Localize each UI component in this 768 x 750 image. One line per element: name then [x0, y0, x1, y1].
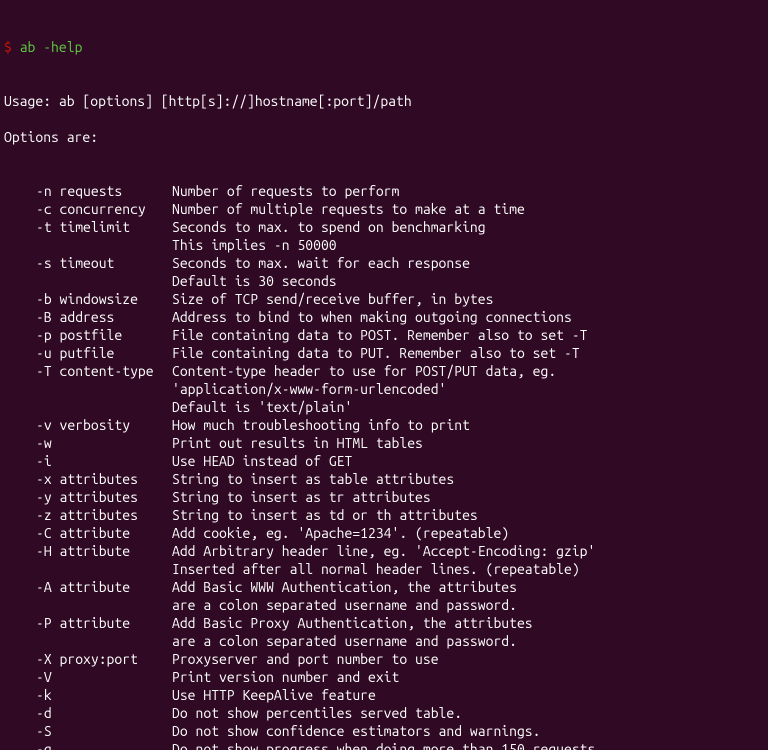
option-description: Content-type header to use for POST/PUT … [172, 362, 764, 380]
option-flag: -B address [36, 308, 172, 326]
option-flag: -S [36, 722, 172, 740]
option-row: -SDo not show confidence estimators and … [4, 722, 764, 740]
option-description: Default is 'text/plain' [172, 398, 764, 416]
option-flag: -c concurrency [36, 200, 172, 218]
usage-line: Usage: ab [options] [http[s]://]hostname… [4, 92, 764, 110]
option-row: -iUse HEAD instead of GET [4, 452, 764, 470]
option-flag: -i [36, 452, 172, 470]
option-row: -H attributeAdd Arbitrary header line, e… [4, 542, 764, 560]
option-row: -y attributesString to insert as tr attr… [4, 488, 764, 506]
option-row: -B addressAddress to bind to when making… [4, 308, 764, 326]
command-line: $ ab -help [4, 38, 764, 56]
option-description: Size of TCP send/receive buffer, in byte… [172, 290, 764, 308]
option-row: -p postfileFile containing data to POST.… [4, 326, 764, 344]
option-description: File containing data to PUT. Remember al… [172, 344, 764, 362]
option-description: Add Basic Proxy Authentication, the attr… [172, 614, 764, 632]
option-row: -C attributeAdd cookie, eg. 'Apache=1234… [4, 524, 764, 542]
entered-command: ab -help [20, 38, 83, 56]
option-description: Print version number and exit [172, 668, 764, 686]
options-header: Options are: [4, 128, 764, 146]
option-flag: -s timeout [36, 254, 172, 272]
option-row: -s timeoutSeconds to max. wait for each … [4, 254, 764, 272]
option-description: Print out results in HTML tables [172, 434, 764, 452]
option-row-continuation: are a colon separated username and passw… [4, 596, 764, 614]
option-row: -b windowsizeSize of TCP send/receive bu… [4, 290, 764, 308]
option-flag: -p postfile [36, 326, 172, 344]
option-description: Number of requests to perform [172, 182, 764, 200]
option-description: Seconds to max. wait for each response [172, 254, 764, 272]
option-flag: -d [36, 704, 172, 722]
option-row: -t timelimitSeconds to max. to spend on … [4, 218, 764, 236]
option-flag: -w [36, 434, 172, 452]
option-row: -dDo not show percentiles served table. [4, 704, 764, 722]
option-row-continuation: are a colon separated username and passw… [4, 632, 764, 650]
option-description: are a colon separated username and passw… [172, 596, 764, 614]
option-flag: -u putfile [36, 344, 172, 362]
option-description: Proxyserver and port number to use [172, 650, 764, 668]
option-description: String to insert as td or th attributes [172, 506, 764, 524]
option-flag: -t timelimit [36, 218, 172, 236]
option-row: -wPrint out results in HTML tables [4, 434, 764, 452]
option-flag: -X proxy:port [36, 650, 172, 668]
option-flag: -T content-type [36, 362, 172, 380]
option-description: Do not show percentiles served table. [172, 704, 764, 722]
option-description: String to insert as tr attributes [172, 488, 764, 506]
option-row-continuation: 'application/x-www-form-urlencoded' [4, 380, 764, 398]
option-flag: -C attribute [36, 524, 172, 542]
option-row: -qDo not show progress when doing more t… [4, 740, 764, 750]
option-description: Use HTTP KeepAlive feature [172, 686, 764, 704]
option-description: Address to bind to when making outgoing … [172, 308, 764, 326]
option-row: -n requestsNumber of requests to perform [4, 182, 764, 200]
option-row: -VPrint version number and exit [4, 668, 764, 686]
option-description: Do not show progress when doing more tha… [172, 740, 764, 750]
option-description: Seconds to max. to spend on benchmarking [172, 218, 764, 236]
option-row-continuation: Default is 'text/plain' [4, 398, 764, 416]
option-row: -T content-typeContent-type header to us… [4, 362, 764, 380]
option-row: -x attributesString to insert as table a… [4, 470, 764, 488]
option-description: Add cookie, eg. 'Apache=1234'. (repeatab… [172, 524, 764, 542]
option-row: -u putfileFile containing data to PUT. R… [4, 344, 764, 362]
option-description: Default is 30 seconds [172, 272, 764, 290]
option-description: Inserted after all normal header lines. … [172, 560, 764, 578]
option-row-continuation: Default is 30 seconds [4, 272, 764, 290]
option-flag: -P attribute [36, 614, 172, 632]
option-description: File containing data to POST. Remember a… [172, 326, 764, 344]
option-description: Add Arbitrary header line, eg. 'Accept-E… [172, 542, 764, 560]
option-flag: -H attribute [36, 542, 172, 560]
option-row: -P attributeAdd Basic Proxy Authenticati… [4, 614, 764, 632]
option-description: are a colon separated username and passw… [172, 632, 764, 650]
option-description: Do not show confidence estimators and wa… [172, 722, 764, 740]
option-row-continuation: This implies -n 50000 [4, 236, 764, 254]
option-description: 'application/x-www-form-urlencoded' [172, 380, 764, 398]
option-flag: -x attributes [36, 470, 172, 488]
option-description: String to insert as table attributes [172, 470, 764, 488]
option-flag: -A attribute [36, 578, 172, 596]
option-flag: -q [36, 740, 172, 750]
option-flag: -y attributes [36, 488, 172, 506]
option-row: -A attributeAdd Basic WWW Authentication… [4, 578, 764, 596]
option-flag: -v verbosity [36, 416, 172, 434]
option-description: Use HEAD instead of GET [172, 452, 764, 470]
option-row: -v verbosityHow much troubleshooting inf… [4, 416, 764, 434]
option-row: -z attributesString to insert as td or t… [4, 506, 764, 524]
option-row-continuation: Inserted after all normal header lines. … [4, 560, 764, 578]
option-description: This implies -n 50000 [172, 236, 764, 254]
prompt-symbol: $ [4, 38, 12, 56]
option-row: -kUse HTTP KeepAlive feature [4, 686, 764, 704]
option-row: -X proxy:portProxyserver and port number… [4, 650, 764, 668]
option-description: How much troubleshooting info to print [172, 416, 764, 434]
option-flag: -k [36, 686, 172, 704]
option-flag: -V [36, 668, 172, 686]
terminal-output: $ ab -help Usage: ab [options] [http[s]:… [0, 0, 768, 750]
option-description: Number of multiple requests to make at a… [172, 200, 764, 218]
option-row: -c concurrencyNumber of multiple request… [4, 200, 764, 218]
option-flag: -n requests [36, 182, 172, 200]
option-flag: -z attributes [36, 506, 172, 524]
option-flag: -b windowsize [36, 290, 172, 308]
option-description: Add Basic WWW Authentication, the attrib… [172, 578, 764, 596]
